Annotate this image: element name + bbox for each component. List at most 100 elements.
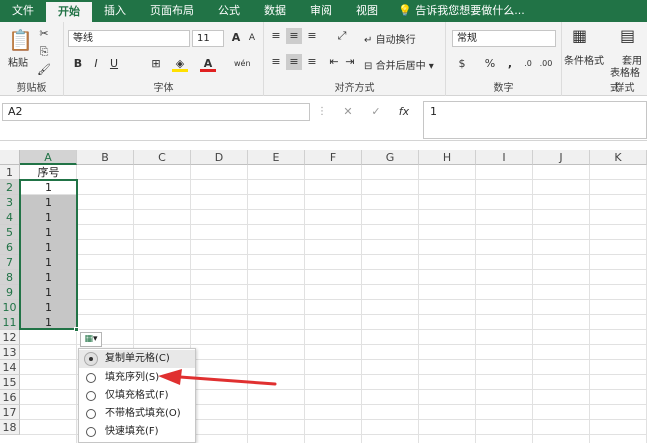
tab-insert[interactable]: 插入 xyxy=(92,0,138,22)
bold-button[interactable]: B xyxy=(70,56,86,72)
tab-formulas[interactable]: 公式 xyxy=(206,0,252,22)
wrap-text-icon: ↵ xyxy=(364,35,373,46)
font-group-label: 字体 xyxy=(153,83,174,94)
cut-icon[interactable]: ✂ xyxy=(36,26,52,42)
shrink-font-button[interactable]: A xyxy=(244,30,260,46)
cancel-icon[interactable]: ✕ xyxy=(340,104,356,120)
insert-function-icon[interactable]: fx xyxy=(396,104,412,120)
paste-button[interactable]: 粘贴 xyxy=(8,54,28,69)
select-all-corner[interactable] xyxy=(0,150,20,165)
format-table-icon[interactable]: ▤ xyxy=(620,26,635,45)
auto-fill-options-button[interactable]: ▦▾ xyxy=(80,332,102,347)
conditional-format-icon[interactable]: ▦ xyxy=(572,26,587,45)
tab-page-layout[interactable]: 页面布局 xyxy=(138,0,206,22)
row-header-1[interactable]: 1 xyxy=(0,165,20,180)
name-box[interactable]: A2 xyxy=(2,103,310,121)
menu-item-label: 不带格式填充(O) xyxy=(105,408,181,419)
row-header-11[interactable]: 11 xyxy=(0,315,20,330)
column-header-B[interactable]: B xyxy=(77,150,134,165)
phonetic-guide-button[interactable]: wén xyxy=(234,56,251,72)
ribbon: 📋 粘贴 ✂ ⎘ 🖌 剪贴板 等线 11 A A B I U ⊞ ◈ A wén… xyxy=(0,22,647,96)
wrap-text-button[interactable]: ↵ 自动换行 xyxy=(364,31,416,46)
align-middle-icon[interactable]: ≡ xyxy=(286,28,302,44)
lightbulb-icon: 💡 xyxy=(398,4,412,17)
column-header-J[interactable]: J xyxy=(533,150,590,165)
tab-review[interactable]: 审阅 xyxy=(298,0,344,22)
row-header-16[interactable]: 16 xyxy=(0,390,20,405)
tab-home[interactable]: 开始 xyxy=(46,2,92,22)
column-header-F[interactable]: F xyxy=(305,150,362,165)
decrease-indent-icon[interactable]: ⇤ xyxy=(326,54,342,70)
row-header-7[interactable]: 7 xyxy=(0,255,20,270)
column-header-E[interactable]: E xyxy=(248,150,305,165)
row-header-13[interactable]: 13 xyxy=(0,345,20,360)
row-header-5[interactable]: 5 xyxy=(0,225,20,240)
tab-data[interactable]: 数据 xyxy=(252,0,298,22)
tell-me-box[interactable]: 💡 告诉我您想要做什么... xyxy=(390,0,525,22)
row-header-12[interactable]: 12 xyxy=(0,330,20,345)
align-right-icon[interactable]: ≡ xyxy=(304,54,320,70)
row-header-15[interactable]: 15 xyxy=(0,375,20,390)
align-bottom-icon[interactable]: ≡ xyxy=(304,28,320,44)
menu-item-flash-fill[interactable]: 快速填充(F) xyxy=(79,423,195,441)
column-header-I[interactable]: I xyxy=(476,150,533,165)
more-icon: ⋮ xyxy=(317,106,327,117)
alignment-group: ≡ ≡ ≡ ⤢ ≡ ≡ ≡ ⇤ ⇥ ↵ 自动换行 ⊟ 合并后居中 ▾ 对齐方式 xyxy=(264,22,446,96)
fill-color-icon[interactable]: ◈ xyxy=(172,56,188,72)
row-header-14[interactable]: 14 xyxy=(0,360,20,375)
percent-button[interactable]: % xyxy=(482,56,498,72)
align-center-icon[interactable]: ≡ xyxy=(286,54,302,70)
formula-bar: A2 ⋮ ✕ ✓ fx 1 xyxy=(0,97,647,141)
column-header-C[interactable]: C xyxy=(134,150,191,165)
merge-center-icon: ⊟ xyxy=(364,61,373,72)
increase-indent-icon[interactable]: ⇥ xyxy=(342,54,358,70)
merge-center-button[interactable]: ⊟ 合并后居中 ▾ xyxy=(364,57,434,72)
cell-A1[interactable]: 序号 xyxy=(20,165,77,180)
tell-me-text: 告诉我您想要做什么... xyxy=(415,4,525,17)
column-header-D[interactable]: D xyxy=(191,150,248,165)
font-color-button[interactable]: A xyxy=(200,56,216,72)
styles-group: ▦ 条件格式 ▤ 套用 表格格式 样式 xyxy=(562,22,647,96)
column-header-K[interactable]: K xyxy=(590,150,647,165)
chevron-down-icon: ▾ xyxy=(428,61,434,72)
align-top-icon[interactable]: ≡ xyxy=(268,28,284,44)
row-header-10[interactable]: 10 xyxy=(0,300,20,315)
column-header-A[interactable]: A xyxy=(20,150,77,165)
row-header-17[interactable]: 17 xyxy=(0,405,20,420)
conditional-format-button[interactable]: 条件格式 xyxy=(564,52,604,67)
copy-icon[interactable]: ⎘ xyxy=(36,44,52,60)
grow-font-button[interactable]: A xyxy=(228,30,244,46)
row-header-9[interactable]: 9 xyxy=(0,285,20,300)
italic-button[interactable]: I xyxy=(88,56,104,72)
borders-icon[interactable]: ⊞ xyxy=(148,56,164,72)
enter-icon[interactable]: ✓ xyxy=(368,104,384,120)
column-header-G[interactable]: G xyxy=(362,150,419,165)
tab-file[interactable]: 文件 xyxy=(0,0,46,22)
row-header-2[interactable]: 2 xyxy=(0,180,20,195)
align-left-icon[interactable]: ≡ xyxy=(268,54,284,70)
currency-button[interactable]: $ xyxy=(454,56,470,72)
comma-style-button[interactable]: , xyxy=(502,56,518,72)
menu-item-fill-without-formatting[interactable]: 不带格式填充(O) xyxy=(79,405,195,423)
orientation-icon[interactable]: ⤢ xyxy=(334,28,350,44)
column-header-H[interactable]: H xyxy=(419,150,476,165)
underline-button[interactable]: U xyxy=(106,56,122,72)
format-painter-icon[interactable]: 🖌 xyxy=(36,62,52,78)
font-size-select[interactable]: 11 xyxy=(192,30,224,47)
clipboard-group-label: 剪贴板 xyxy=(16,83,47,94)
decrease-decimal-icon[interactable]: .00 xyxy=(538,56,554,72)
clipboard-group: 📋 粘贴 ✂ ⎘ 🖌 剪贴板 xyxy=(0,22,64,96)
fill-handle[interactable] xyxy=(74,327,79,332)
tab-view[interactable]: 视图 xyxy=(344,0,390,22)
row-header-4[interactable]: 4 xyxy=(0,210,20,225)
font-name-select[interactable]: 等线 xyxy=(68,30,190,47)
number-format-select[interactable]: 常规 xyxy=(452,30,556,47)
row-header-8[interactable]: 8 xyxy=(0,270,20,285)
row-header-18[interactable]: 18 xyxy=(0,420,20,435)
styles-group-label: 样式 xyxy=(614,83,635,94)
row-header-6[interactable]: 6 xyxy=(0,240,20,255)
increase-decimal-icon[interactable]: .0 xyxy=(520,56,536,72)
row-header-3[interactable]: 3 xyxy=(0,195,20,210)
paste-icon[interactable]: 📋 xyxy=(8,28,33,52)
formula-input[interactable]: 1 xyxy=(423,101,647,139)
